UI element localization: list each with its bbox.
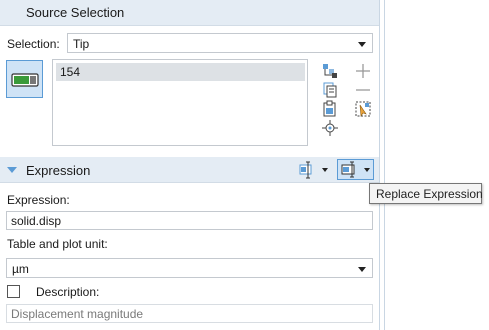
expression-header[interactable]: Expression — [0, 157, 379, 183]
insert-expression-icon — [299, 161, 312, 179]
unit-combo[interactable]: µm — [6, 258, 373, 278]
description-label: Description: — [36, 285, 100, 299]
replace-expression-button[interactable] — [337, 159, 374, 180]
description-checkbox[interactable] — [7, 285, 20, 298]
insert-expression-button[interactable] — [298, 161, 328, 179]
remove-icon — [356, 89, 370, 91]
add-button[interactable] — [354, 62, 372, 80]
replace-expression-icon — [341, 161, 355, 178]
settings-panel: Source Selection Selection: Tip 154 Expr… — [0, 0, 380, 330]
collapse-arrow-icon — [7, 167, 17, 173]
unit-label: Table and plot unit: — [7, 237, 108, 251]
list-item-label: 154 — [60, 65, 81, 79]
zoom-to-selection-icon — [322, 120, 338, 136]
copy-selection-button[interactable] — [321, 81, 339, 99]
remove-button[interactable] — [354, 81, 372, 99]
tooltip: Replace Expression — [369, 183, 483, 204]
expression-title: Expression — [26, 163, 91, 178]
selection-combo-value: Tip — [73, 37, 90, 51]
zoom-to-selection-button[interactable] — [321, 119, 339, 137]
description-value: Displacement magnitude — [11, 307, 144, 321]
clear-selection-button[interactable] — [321, 100, 339, 118]
panel-divider — [379, 0, 380, 330]
expression-field[interactable]: solid.disp — [6, 211, 373, 230]
selection-combo[interactable]: Tip — [67, 33, 373, 53]
paste-selection-icon — [323, 64, 337, 78]
create-selection-icon — [355, 101, 371, 117]
selection-toggle-icon — [11, 73, 39, 87]
source-selection-title: Source Selection — [26, 5, 125, 20]
clipboard-icon — [323, 100, 336, 117]
selection-list[interactable]: 154 — [52, 59, 308, 146]
add-icon — [356, 64, 370, 78]
chevron-down-icon — [358, 42, 366, 47]
list-item[interactable]: 154 — [56, 63, 305, 81]
copy-selection-icon — [323, 82, 337, 98]
expression-label: Expression: — [7, 193, 70, 207]
selection-label: Selection: — [7, 37, 60, 51]
selection-toggle-button[interactable] — [6, 60, 43, 98]
tooltip-text: Replace Expression — [376, 187, 483, 201]
chevron-down-icon — [358, 267, 366, 272]
paste-selection-button[interactable] — [321, 62, 339, 80]
source-selection-header[interactable]: Source Selection — [0, 0, 379, 26]
expression-value: solid.disp — [11, 214, 62, 228]
panel-divider — [384, 0, 385, 330]
description-field[interactable]: Displacement magnitude — [6, 304, 373, 323]
unit-combo-value: µm — [12, 262, 29, 276]
chevron-down-icon — [322, 168, 328, 172]
create-selection-button[interactable] — [354, 100, 372, 118]
chevron-down-icon — [364, 168, 370, 172]
